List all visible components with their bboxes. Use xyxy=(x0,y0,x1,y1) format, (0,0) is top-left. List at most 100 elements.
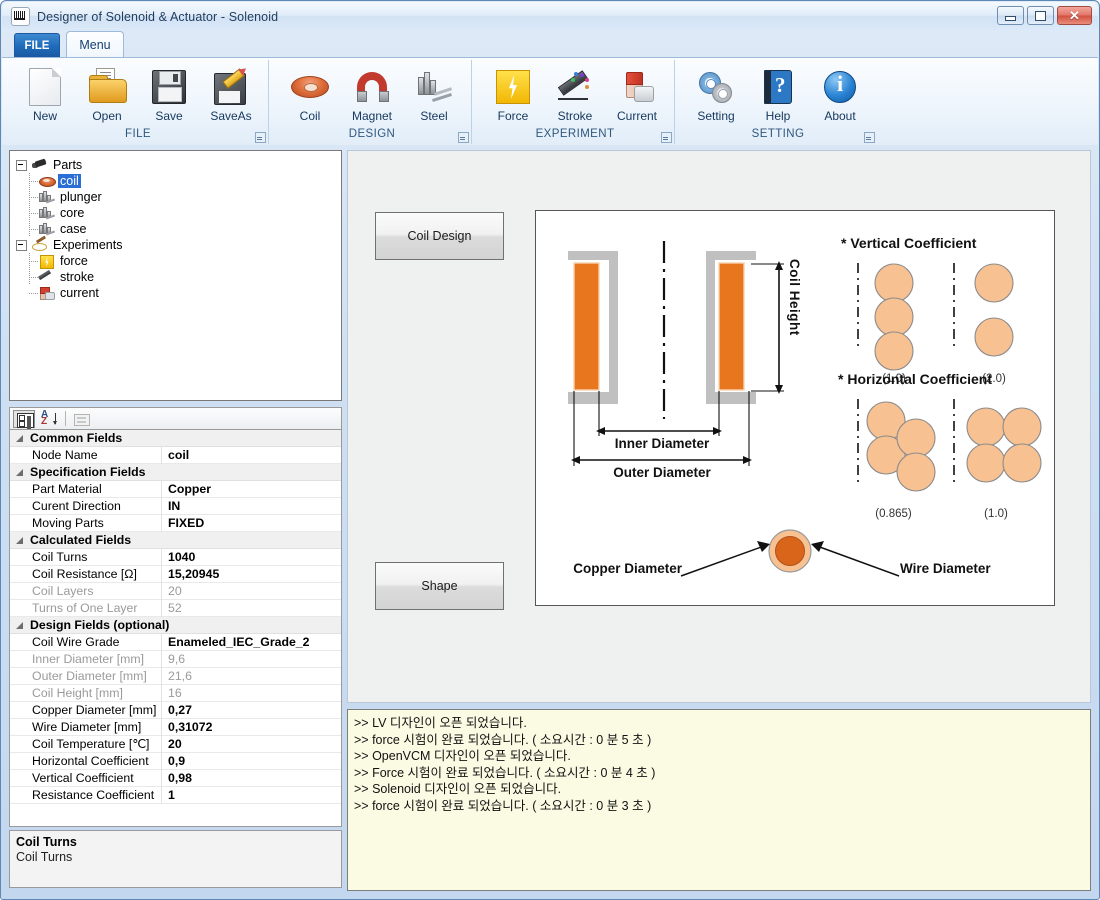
horizontal-coefficient-svg xyxy=(857,399,1042,492)
property-value: 20 xyxy=(168,583,182,598)
property-value[interactable]: FIXED xyxy=(162,515,341,532)
ribbon-button-save[interactable]: Save xyxy=(138,64,200,123)
tree-item-plunger[interactable]: plunger xyxy=(16,189,341,205)
ribbon-button-setting[interactable]: Setting xyxy=(685,64,747,123)
tab-file[interactable]: FILE xyxy=(14,33,60,58)
property-name: Coil Turns xyxy=(10,548,162,566)
property-value[interactable]: 20 xyxy=(162,736,341,753)
property-category-calculated-fields[interactable]: Calculated Fields xyxy=(10,532,341,549)
tree-item-case[interactable]: case xyxy=(16,221,341,237)
ribbon-button-new[interactable]: New xyxy=(14,64,76,123)
categorized-view-button[interactable] xyxy=(13,409,35,428)
application-window: Designer of Solenoid & Actuator - Soleno… xyxy=(0,0,1100,900)
ribbon-button-stroke[interactable]: Stroke xyxy=(544,64,606,123)
collapse-icon-parts[interactable] xyxy=(16,159,27,171)
ribbon-button-help[interactable]: Help xyxy=(747,64,809,123)
property-row-resistance-coefficient[interactable]: Resistance Coefficient 1 xyxy=(10,786,341,804)
property-row-coil-height[interactable]: Coil Height [mm] 16 xyxy=(10,684,341,702)
property-name: Coil Height [mm] xyxy=(10,684,162,702)
property-category-label: Common Fields xyxy=(30,431,123,445)
tree-item-stroke[interactable]: stroke xyxy=(16,269,341,285)
tree-item-current[interactable]: current xyxy=(16,285,341,301)
property-value[interactable]: 0,31072 xyxy=(162,719,341,736)
property-row-coil-temperature[interactable]: Coil Temperature [℃] 20 xyxy=(10,735,341,753)
property-value[interactable]: 1040 xyxy=(162,549,341,566)
property-category-specification-fields[interactable]: Specification Fields xyxy=(10,464,341,481)
tree-item-parts[interactable]: Parts xyxy=(16,157,341,173)
property-value[interactable]: 0,9 xyxy=(162,753,341,770)
property-value[interactable]: 15,20945 xyxy=(162,566,341,583)
ribbon-button-current[interactable]: Current xyxy=(606,64,668,123)
tree-item-coil[interactable]: coil xyxy=(16,173,341,189)
property-value[interactable]: 1 xyxy=(162,787,341,804)
ribbon-button-current-label: Current xyxy=(616,109,657,123)
tab-menu[interactable]: Menu xyxy=(66,31,124,58)
coil-design-button[interactable]: Coil Design xyxy=(375,212,504,260)
ribbon-button-steel[interactable]: Steel xyxy=(403,64,465,123)
property-category-design-fields[interactable]: Design Fields (optional) xyxy=(10,617,341,634)
property-description-panel: Coil Turns Coil Turns xyxy=(9,830,342,888)
property-name: Coil Temperature [℃] xyxy=(10,735,162,753)
expand-triangle-icon[interactable] xyxy=(16,536,25,545)
ribbon-button-open[interactable]: Open xyxy=(76,64,138,123)
property-row-inner-diameter[interactable]: Inner Diameter [mm] 9,6 xyxy=(10,650,341,668)
ribbon-button-magnet-label: Magnet xyxy=(351,109,393,123)
ribbon-button-force[interactable]: Force xyxy=(482,64,544,123)
paint-can-icon xyxy=(620,66,654,108)
property-row-horizontal-coefficient[interactable]: Horizontal Coefficient 0,9 xyxy=(10,752,341,770)
title-bar: Designer of Solenoid & Actuator - Soleno… xyxy=(2,2,1098,31)
property-value[interactable]: IN xyxy=(162,498,341,515)
maximize-button[interactable] xyxy=(1027,6,1054,25)
property-name: Coil Layers xyxy=(10,582,162,600)
property-value[interactable]: Copper xyxy=(162,481,341,498)
property-grid[interactable]: Common Fields Node Name coil Specificati… xyxy=(9,429,342,827)
property-value[interactable]: coil xyxy=(162,447,341,464)
property-row-outer-diameter[interactable]: Outer Diameter [mm] 21,6 xyxy=(10,667,341,685)
property-row-part-material[interactable]: Part Material Copper xyxy=(10,480,341,498)
tree-item-core[interactable]: core xyxy=(16,205,341,221)
property-value[interactable]: 0,27 xyxy=(162,702,341,719)
property-value[interactable]: 0,98 xyxy=(162,770,341,787)
property-row-curent-direction[interactable]: Curent Direction IN xyxy=(10,497,341,515)
property-row-vertical-coefficient[interactable]: Vertical Coefficient 0,98 xyxy=(10,769,341,787)
minimize-button[interactable] xyxy=(997,6,1024,25)
property-row-wire-diameter[interactable]: Wire Diameter [mm] 0,31072 xyxy=(10,718,341,736)
property-row-turns-of-one-layer[interactable]: Turns of One Layer 52 xyxy=(10,599,341,617)
log-output-panel[interactable]: >> LV 디자인이 오픈 되었습니다. >> force 시험이 완료 되었습… xyxy=(347,709,1091,891)
property-row-copper-diameter[interactable]: Copper Diameter [mm] 0,27 xyxy=(10,701,341,719)
property-row-coil-resistance[interactable]: Coil Resistance [Ω] 15,20945 xyxy=(10,565,341,583)
shape-button[interactable]: Shape xyxy=(375,562,504,610)
property-row-coil-turns[interactable]: Coil Turns 1040 xyxy=(10,548,341,566)
ribbon-button-about[interactable]: About xyxy=(809,64,871,123)
dialog-launcher-icon-experiment[interactable] xyxy=(661,132,672,143)
dialog-launcher-icon-file[interactable] xyxy=(255,132,266,143)
property-value[interactable]: Enameled_IEC_Grade_2 xyxy=(162,634,341,651)
expand-triangle-icon[interactable] xyxy=(16,621,25,630)
ribbon-button-force-label: Force xyxy=(497,109,529,123)
ribbon-group-file-title: FILE xyxy=(125,128,151,140)
expand-triangle-icon[interactable] xyxy=(16,434,25,443)
property-pages-button[interactable] xyxy=(70,410,92,428)
property-row-node-name[interactable]: Node Name coil xyxy=(10,446,341,464)
expand-triangle-icon[interactable] xyxy=(16,468,25,477)
tree-item-force[interactable]: force xyxy=(16,253,341,269)
property-category-common-fields[interactable]: Common Fields xyxy=(10,430,341,447)
ribbon-button-coil[interactable]: Coil xyxy=(279,64,341,123)
collapse-icon-experiments[interactable] xyxy=(16,239,27,251)
property-row-moving-parts[interactable]: Moving Parts FIXED xyxy=(10,514,341,532)
dialog-launcher-icon-design[interactable] xyxy=(458,132,469,143)
tree-item-stroke-label: stroke xyxy=(60,270,95,284)
ribbon-button-magnet[interactable]: Magnet xyxy=(341,64,403,123)
tree-item-experiments[interactable]: Experiments xyxy=(16,235,341,253)
close-button[interactable]: ✕ xyxy=(1057,6,1092,25)
property-row-coil-layers[interactable]: Coil Layers 20 xyxy=(10,582,341,600)
ribbon-group-setting-title: SETTING xyxy=(751,128,805,140)
toolbar-separator xyxy=(65,411,66,426)
right-coil-fill xyxy=(718,262,745,391)
dialog-launcher-icon-setting[interactable] xyxy=(864,132,875,143)
alphabetical-sort-button[interactable]: AZ xyxy=(37,409,59,428)
parts-tree-panel[interactable]: Parts coil plunger core case Experiments… xyxy=(9,150,342,401)
property-row-coil-wire-grade[interactable]: Coil Wire Grade Enameled_IEC_Grade_2 xyxy=(10,633,341,651)
help-book-icon xyxy=(764,66,792,108)
ribbon-button-saveas[interactable]: SaveAs xyxy=(200,64,262,123)
